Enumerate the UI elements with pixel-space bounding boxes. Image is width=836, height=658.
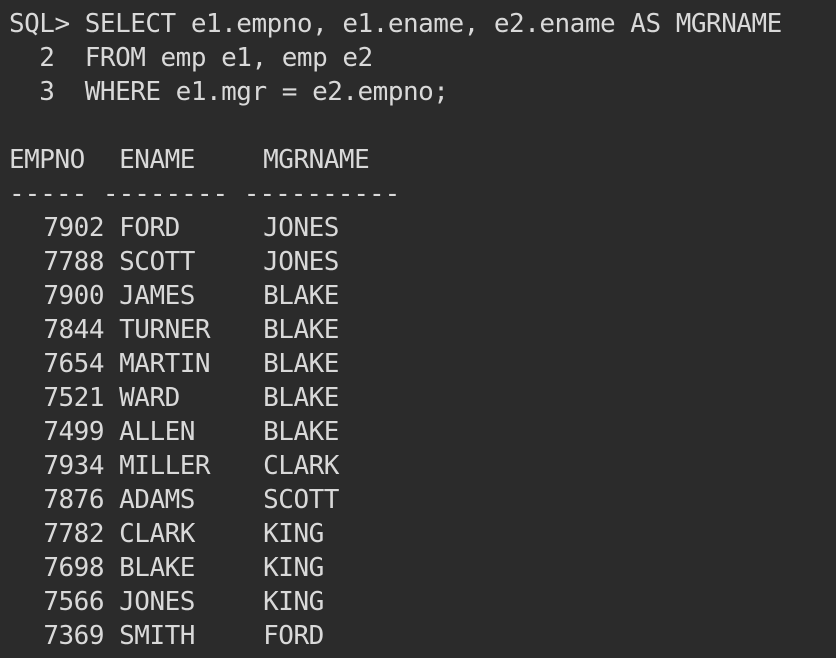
cell-ename: ALLEN <box>119 417 195 447</box>
cell-empno: 7934 <box>43 451 104 481</box>
cell-empno: 7654 <box>43 349 104 379</box>
query-block: SQL> SELECT e1.empno, e1.ename, e2.ename… <box>9 7 836 109</box>
query-line: 3 WHERE e1.mgr = e2.empno; <box>9 77 449 107</box>
cell-ename: CLARK <box>119 519 195 549</box>
cell-ename: MARTIN <box>119 349 211 379</box>
cell-empno: 7782 <box>43 519 104 549</box>
column-header-mgrname: MGRNAME <box>263 145 370 175</box>
cell-mgrname: JONES <box>263 247 339 277</box>
table-row: 7566 JONES KING <box>9 585 836 619</box>
cell-mgrname: BLAKE <box>263 417 339 447</box>
query-line: 2 FROM emp e1, emp e2 <box>9 43 373 73</box>
cell-empno: 7902 <box>43 213 104 243</box>
table-row: 7521 WARD BLAKE <box>9 381 836 415</box>
cell-ename: SCOTT <box>119 247 195 277</box>
table-row: 7654 MARTIN BLAKE <box>9 347 836 381</box>
cell-empno: 7876 <box>43 485 104 515</box>
table-row: 7499 ALLEN BLAKE <box>9 415 836 449</box>
cell-ename: TURNER <box>119 315 211 345</box>
cell-empno: 7369 <box>43 621 104 651</box>
column-separator: ----- -------- ---------- <box>9 179 401 209</box>
result-header: EMPNO ENAME MGRNAME <box>9 143 836 177</box>
table-row: 7902 FORD JONES <box>9 211 836 245</box>
table-row: 7876 ADAMS SCOTT <box>9 483 836 517</box>
cell-mgrname: BLAKE <box>263 281 339 311</box>
cell-mgrname: BLAKE <box>263 383 339 413</box>
cell-mgrname: FORD <box>263 621 324 651</box>
cell-ename: MILLER <box>119 451 211 481</box>
cell-mgrname: KING <box>263 553 324 583</box>
cell-mgrname: KING <box>263 587 324 617</box>
cell-mgrname: SCOTT <box>263 485 339 515</box>
cell-ename: FORD <box>119 213 180 243</box>
table-row: 7782 CLARK KING <box>9 517 836 551</box>
cell-empno: 7788 <box>43 247 104 277</box>
table-row: 7788 SCOTT JONES <box>9 245 836 279</box>
cell-ename: WARD <box>119 383 180 413</box>
cell-mgrname: JONES <box>263 213 339 243</box>
cell-mgrname: CLARK <box>263 451 339 481</box>
table-row: 7369 SMITH FORD <box>9 619 836 653</box>
table-row: 7934 MILLER CLARK <box>9 449 836 483</box>
cell-empno: 7566 <box>43 587 104 617</box>
cell-empno: 7900 <box>43 281 104 311</box>
query-line: SQL> SELECT e1.empno, e1.ename, e2.ename… <box>9 9 782 39</box>
cell-ename: ADAMS <box>119 485 195 515</box>
cell-mgrname: BLAKE <box>263 349 339 379</box>
cell-empno: 7844 <box>43 315 104 345</box>
cell-ename: SMITH <box>119 621 195 651</box>
cell-empno: 7521 <box>43 383 104 413</box>
cell-ename: JONES <box>119 587 195 617</box>
table-row: 7844 TURNER BLAKE <box>9 313 836 347</box>
sql-terminal[interactable]: SQL> SELECT e1.empno, e1.ename, e2.ename… <box>0 0 836 658</box>
column-header-ename: ENAME <box>119 145 195 175</box>
table-row: 7900 JAMES BLAKE <box>9 279 836 313</box>
cell-ename: BLAKE <box>119 553 195 583</box>
column-header-empno: EMPNO <box>9 145 85 175</box>
cell-empno: 7499 <box>43 417 104 447</box>
table-row: 7698 BLAKE KING <box>9 551 836 585</box>
cell-empno: 7698 <box>43 553 104 583</box>
cell-mgrname: KING <box>263 519 324 549</box>
result-rows: 7902 FORD JONES 7788 SCOTT JONES 7900 JAMES B… <box>9 211 836 653</box>
cell-ename: JAMES <box>119 281 195 311</box>
cell-mgrname: BLAKE <box>263 315 339 345</box>
